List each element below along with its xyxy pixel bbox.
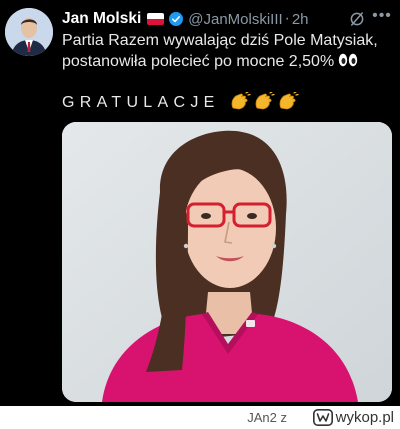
watermark-user-separator: z [280, 410, 288, 425]
avatar[interactable] [5, 8, 53, 56]
poland-flag-icon [147, 13, 165, 25]
clapping-hands-emoji-icon [255, 92, 275, 110]
tweet-card: Jan Molski @JanMolskiIII · 2h ••• Partia… [0, 0, 400, 406]
wykop-site: wykop.pl [335, 409, 394, 426]
wykop-logo[interactable]: wykop.pl [312, 408, 394, 427]
author-name[interactable]: Jan Molski [62, 10, 141, 28]
tweet-photo[interactable] [62, 122, 392, 402]
wykop-logo-icon [312, 409, 333, 426]
tweet-header: Jan Molski @JanMolskiIII · 2h [62, 8, 394, 30]
grok-icon[interactable] [348, 10, 366, 28]
author-handle[interactable]: @JanMolskiIII [188, 11, 282, 28]
watermark-username[interactable]: JAn2 [247, 410, 277, 425]
clapping-hands-emoji-icon [279, 92, 299, 110]
more-icon[interactable]: ••• [370, 6, 394, 26]
watermark-user: JAn2 z [247, 410, 287, 425]
watermark-bar: JAn2 z wykop.pl [0, 406, 400, 429]
clapping-hands-emoji-icon [231, 92, 251, 110]
verified-badge-icon [169, 12, 184, 26]
timestamp[interactable]: 2h [292, 11, 309, 28]
tweet-text: Partia Razem wywalając dziś Pole Matysia… [62, 30, 396, 72]
eyes-emoji-icon [338, 53, 358, 67]
tweet-text-body: Partia Razem wywalając dziś Pole Matysia… [62, 32, 378, 70]
congrats-line: GRATULACJE [62, 92, 301, 112]
separator-dot: · [284, 10, 290, 27]
congrats-text: GRATULACJE [62, 94, 220, 111]
